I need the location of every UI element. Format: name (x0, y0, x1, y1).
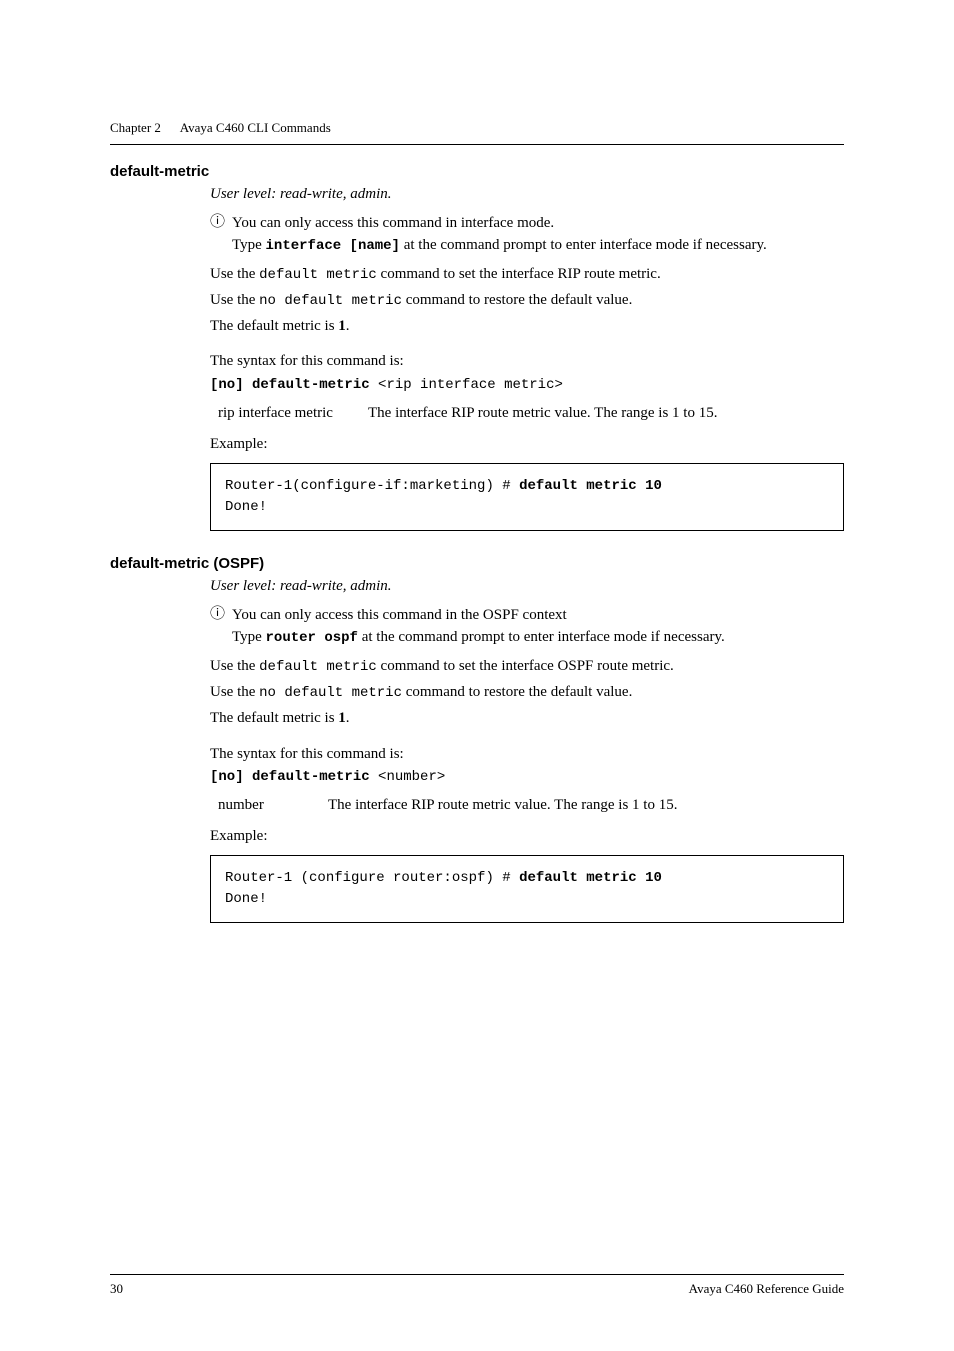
code-output: Done! (225, 497, 829, 518)
inline-code: default metric (259, 659, 377, 675)
user-level: User level: read-write, admin. (210, 578, 844, 595)
default-value: 1 (338, 318, 346, 334)
code-command: default metric 10 (519, 870, 662, 886)
example-label: Example: (210, 436, 844, 453)
syntax-label: The syntax for this command is: (210, 744, 844, 766)
running-head: Chapter 2 Avaya C460 CLI Commands (110, 120, 844, 136)
syntax-label: The syntax for this command is: (210, 351, 844, 373)
note-continuation: Type router ospf at the command prompt t… (232, 627, 844, 648)
syntax-bold: [no] default-metric (210, 769, 370, 785)
paragraph: The default metric is 1. (210, 708, 844, 730)
code-line: Router-1 (configure router:ospf) # defau… (225, 868, 829, 889)
note-command: interface [name] (266, 238, 400, 254)
text: Use the (210, 684, 259, 700)
code-command: default metric 10 (519, 478, 662, 494)
info-icon: ⓘ (210, 213, 232, 233)
note-post: at the command prompt to enter interface… (400, 237, 767, 253)
syntax-rest: <number> (370, 769, 446, 785)
note-continuation: Type interface [name] at the command pro… (232, 235, 844, 256)
syntax-rest: <rip interface metric> (370, 377, 563, 393)
paragraph: The default metric is 1. (210, 316, 844, 338)
section1-body: User level: read-write, admin. ⓘ You can… (210, 186, 844, 531)
text: . (346, 710, 350, 726)
note-post: at the command prompt to enter interface… (358, 629, 725, 645)
paragraph: Use the no default metric command to res… (210, 682, 844, 704)
inline-code: default metric (259, 267, 377, 283)
chapter-title: Avaya C460 CLI Commands (180, 120, 331, 135)
text: command to restore the default value. (402, 292, 632, 308)
text: Use the (210, 266, 259, 282)
text: The default metric is (210, 318, 338, 334)
text: . (346, 318, 350, 334)
paragraph: Use the no default metric command to res… (210, 290, 844, 312)
doc-title: Avaya C460 Reference Guide (689, 1281, 844, 1297)
section-heading-default-metric-ospf: default-metric (OSPF) (110, 555, 844, 572)
text: The default metric is (210, 710, 338, 726)
code-box: Router-1 (configure router:ospf) # defau… (210, 855, 844, 923)
param-name: rip interface metric (218, 405, 368, 422)
section-heading-default-metric: default-metric (110, 163, 844, 180)
param-desc: The interface RIP route metric value. Th… (368, 405, 717, 422)
param-desc: The interface RIP route metric value. Th… (328, 797, 677, 814)
inline-code: no default metric (259, 685, 402, 701)
code-prompt: Router-1 (configure router:ospf) # (225, 870, 519, 886)
default-value: 1 (338, 710, 346, 726)
note-command: router ospf (266, 630, 358, 646)
note-pre: Type (232, 237, 266, 253)
syntax-line: [no] default-metric <number> (210, 769, 844, 785)
chapter-label: Chapter 2 (110, 120, 161, 135)
paragraph: Use the default metric command to set th… (210, 264, 844, 286)
info-icon: ⓘ (210, 605, 232, 625)
code-output: Done! (225, 889, 829, 910)
param-name: number (218, 797, 328, 814)
inline-code: no default metric (259, 293, 402, 309)
note-row: ⓘ You can only access this command in in… (210, 213, 844, 233)
syntax-bold: [no] default-metric (210, 377, 370, 393)
paragraph: Use the default metric command to set th… (210, 656, 844, 678)
page: Chapter 2 Avaya C460 CLI Commands defaul… (0, 0, 954, 1351)
param-row: number The interface RIP route metric va… (218, 797, 844, 814)
code-box: Router-1(configure-if:marketing) # defau… (210, 463, 844, 531)
text: command to restore the default value. (402, 684, 632, 700)
text: command to set the interface RIP route m… (377, 266, 661, 282)
section2-body: User level: read-write, admin. ⓘ You can… (210, 578, 844, 923)
syntax-line: [no] default-metric <rip interface metri… (210, 377, 844, 393)
text: Use the (210, 658, 259, 674)
user-level: User level: read-write, admin. (210, 186, 844, 203)
code-line: Router-1(configure-if:marketing) # defau… (225, 476, 829, 497)
page-number: 30 (110, 1281, 123, 1297)
text: Use the (210, 292, 259, 308)
note-text-line1: You can only access this command in the … (232, 605, 567, 625)
note-row: ⓘ You can only access this command in th… (210, 605, 844, 625)
example-label: Example: (210, 828, 844, 845)
param-row: rip interface metric The interface RIP r… (218, 405, 844, 422)
text: command to set the interface OSPF route … (377, 658, 674, 674)
note-pre: Type (232, 629, 266, 645)
code-prompt: Router-1(configure-if:marketing) # (225, 478, 519, 494)
header-rule (110, 144, 844, 145)
note-text-line1: You can only access this command in inte… (232, 213, 554, 233)
footer: 30 Avaya C460 Reference Guide (110, 1274, 844, 1297)
